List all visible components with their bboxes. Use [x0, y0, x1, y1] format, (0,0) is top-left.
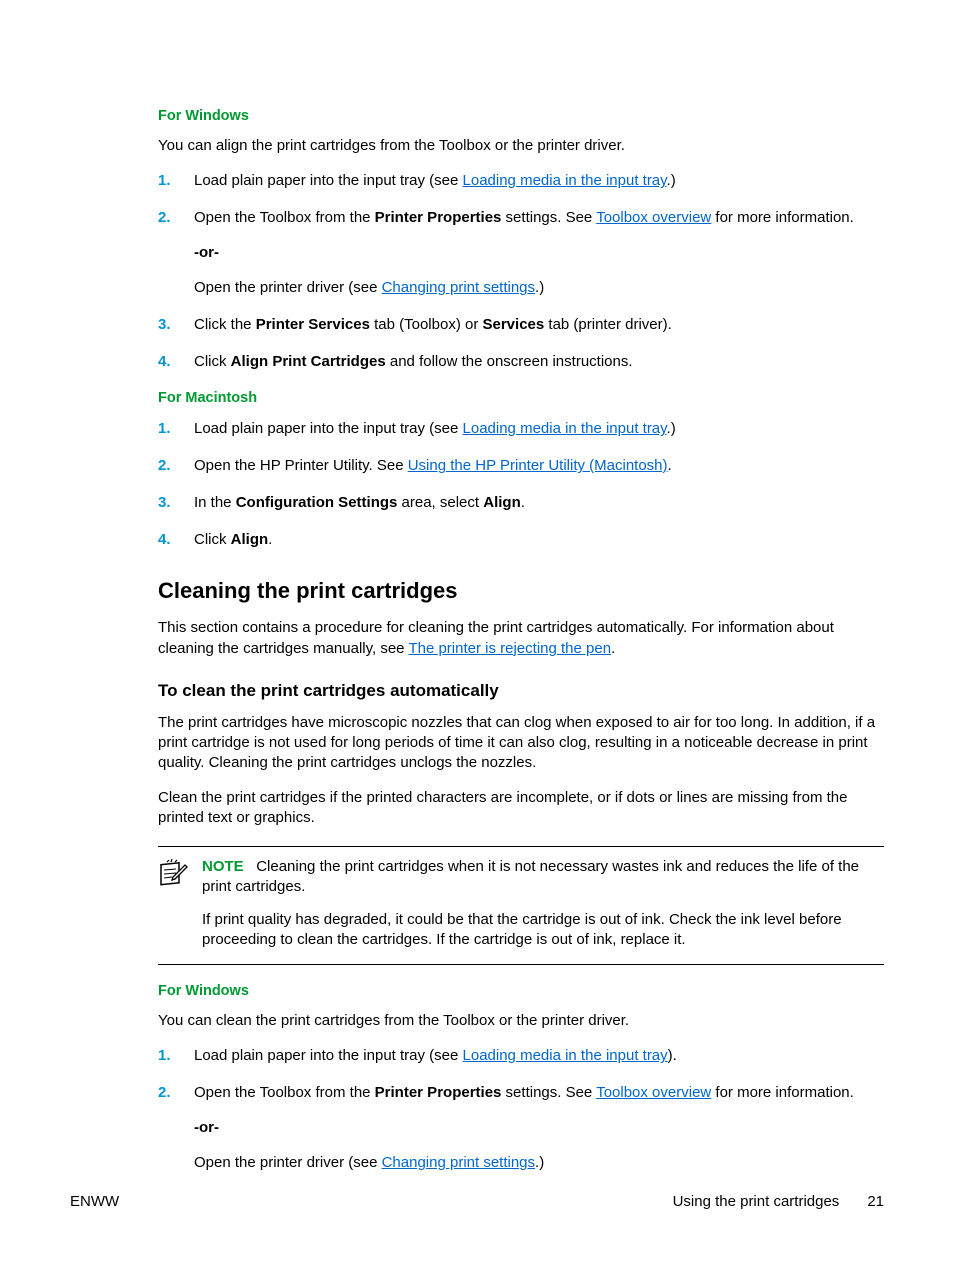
- heading-for-windows-1: For Windows: [158, 108, 884, 124]
- link-changing-settings-2[interactable]: Changing print settings: [382, 1154, 535, 1171]
- heading-for-windows-2: For Windows: [158, 983, 884, 999]
- heading-clean-auto: To clean the print cartridges automatica…: [158, 681, 884, 701]
- footer-section: Using the print cartridges: [673, 1193, 840, 1210]
- link-rejecting-pen[interactable]: The printer is rejecting the pen: [408, 640, 611, 657]
- link-changing-settings-1[interactable]: Changing print settings: [382, 279, 535, 296]
- link-toolbox-overview-2[interactable]: Toolbox overview: [596, 1084, 711, 1101]
- link-loading-media-2[interactable]: Loading media in the input tray: [463, 420, 667, 437]
- mac-step-2: 2. Open the HP Printer Utility. See Usin…: [158, 455, 884, 476]
- win1-step-4: 4. Click Align Print Cartridges and foll…: [158, 351, 884, 372]
- win2-step-2: 2. Open the Toolbox from the Printer Pro…: [158, 1082, 884, 1173]
- win1-step-2: 2. Open the Toolbox from the Printer Pro…: [158, 207, 884, 298]
- footer-page-number: 21: [867, 1193, 884, 1210]
- win1-step-3: 3. Click the Printer Services tab (Toolb…: [158, 314, 884, 335]
- win2-steps: 1. Load plain paper into the input tray …: [158, 1045, 884, 1173]
- win1-step-1: 1. Load plain paper into the input tray …: [158, 170, 884, 191]
- link-loading-media-1[interactable]: Loading media in the input tray: [463, 172, 667, 189]
- mac-step-4: 4. Click Align.: [158, 529, 884, 550]
- page-footer: ENWW Using the print cartridges 21: [70, 1193, 884, 1210]
- win1-intro: You can align the print cartridges from …: [158, 136, 884, 156]
- note-box: NOTE Cleaning the print cartridges when …: [158, 846, 884, 965]
- page-content: For Windows You can align the print cart…: [0, 0, 954, 1270]
- link-toolbox-overview-1[interactable]: Toolbox overview: [596, 209, 711, 226]
- heading-cleaning: Cleaning the print cartridges: [158, 578, 884, 604]
- mac-steps: 1. Load plain paper into the input tray …: [158, 418, 884, 550]
- mac-step-1: 1. Load plain paper into the input tray …: [158, 418, 884, 439]
- clean-intro: This section contains a procedure for cl…: [158, 618, 884, 659]
- mac-step-3: 3. In the Configuration Settings area, s…: [158, 492, 884, 513]
- win2-intro: You can clean the print cartridges from …: [158, 1011, 884, 1031]
- note-icon: [158, 857, 188, 954]
- link-loading-media-3[interactable]: Loading media in the input tray: [463, 1047, 668, 1064]
- link-hp-printer-utility[interactable]: Using the HP Printer Utility (Macintosh): [408, 457, 668, 474]
- win2-step-1: 1. Load plain paper into the input tray …: [158, 1045, 884, 1066]
- clean-p2: Clean the print cartridges if the printe…: [158, 788, 884, 829]
- win1-steps: 1. Load plain paper into the input tray …: [158, 170, 884, 372]
- footer-left: ENWW: [70, 1193, 119, 1210]
- clean-p1: The print cartridges have microscopic no…: [158, 713, 884, 774]
- heading-for-macintosh: For Macintosh: [158, 390, 884, 406]
